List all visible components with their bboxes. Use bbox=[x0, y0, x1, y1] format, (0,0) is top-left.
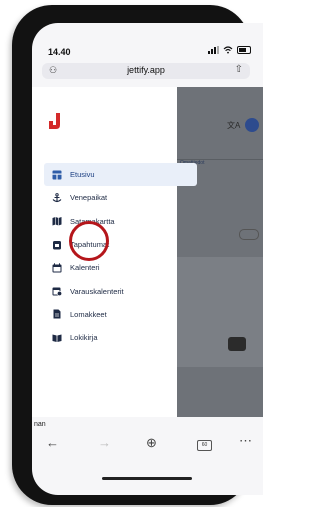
tabs-icon[interactable]: 60 bbox=[197, 440, 212, 451]
menu-item-kalenteri[interactable]: Kalenteri bbox=[44, 256, 197, 279]
wifi-icon bbox=[223, 46, 233, 54]
new-tab-icon[interactable]: ⊕ bbox=[146, 435, 157, 451]
share-icon[interactable]: ⇧ bbox=[235, 64, 243, 75]
signal-icon bbox=[208, 46, 219, 54]
map-icon bbox=[52, 216, 62, 226]
menu-label: Lomakkeet bbox=[70, 309, 107, 319]
menu-label: Varauskalenterit bbox=[70, 286, 124, 296]
menu-item-venepaikat[interactable]: Venepaikat bbox=[44, 186, 197, 209]
menu-label: Venepaikat bbox=[70, 193, 108, 203]
form-icon bbox=[52, 309, 62, 319]
side-menu: Etusivu Venepaikat Satamakartta Tapahtum… bbox=[44, 163, 197, 349]
forward-icon[interactable]: → bbox=[98, 435, 111, 450]
menu-label: Etusivu bbox=[70, 170, 95, 180]
home-indicator bbox=[102, 477, 192, 480]
menu-item-varauskalenterit[interactable]: Varauskalenterit bbox=[44, 279, 197, 302]
status-time: 14.40 bbox=[48, 47, 71, 57]
calendar-icon bbox=[52, 263, 62, 273]
menu-label: Kalenteri bbox=[70, 263, 100, 273]
address-bar[interactable]: ⚇ jettify.app ⇧ bbox=[42, 63, 250, 79]
avatar bbox=[245, 118, 259, 132]
page-content: Omattiedot 文A Etusivu bbox=[32, 87, 263, 417]
status-bar: 14.40 bbox=[32, 23, 263, 61]
phone-frame: 14.40 ⚇ jettify.app ⇧ Omattiedot 文A bbox=[12, 5, 263, 505]
back-icon[interactable]: ← bbox=[46, 435, 59, 450]
status-icons bbox=[208, 46, 251, 54]
highlight-circle bbox=[69, 221, 109, 261]
app-logo bbox=[49, 113, 60, 129]
battery-icon bbox=[237, 46, 251, 54]
menu-label: Lokikirja bbox=[70, 333, 98, 343]
camera-icon bbox=[228, 337, 246, 351]
menu-item-tapahtumat[interactable]: Tapahtumat bbox=[44, 233, 197, 256]
menu-item-lomakkeet[interactable]: Lomakkeet bbox=[44, 303, 197, 326]
logbook-icon bbox=[52, 333, 62, 343]
anchor-icon bbox=[52, 193, 62, 203]
phone-screen: 14.40 ⚇ jettify.app ⇧ Omattiedot 文A bbox=[32, 23, 263, 495]
menu-item-satamakartta[interactable]: Satamakartta bbox=[44, 210, 197, 233]
menu-item-lokikirja[interactable]: Lokikirja bbox=[44, 326, 197, 349]
event-icon bbox=[52, 240, 62, 250]
booking-calendar-icon bbox=[52, 286, 62, 297]
bottom-text: nan bbox=[34, 421, 46, 428]
overlay-pill bbox=[239, 229, 259, 240]
home-icon bbox=[52, 170, 62, 180]
browser-toolbar: ← → ⊕ 60 ⋯ bbox=[32, 432, 263, 456]
menu-item-etusivu[interactable]: Etusivu bbox=[44, 163, 197, 187]
more-icon[interactable]: ⋯ bbox=[239, 433, 252, 449]
translate-icon: 文A bbox=[227, 121, 241, 130]
url-text[interactable]: jettify.app bbox=[42, 65, 250, 75]
